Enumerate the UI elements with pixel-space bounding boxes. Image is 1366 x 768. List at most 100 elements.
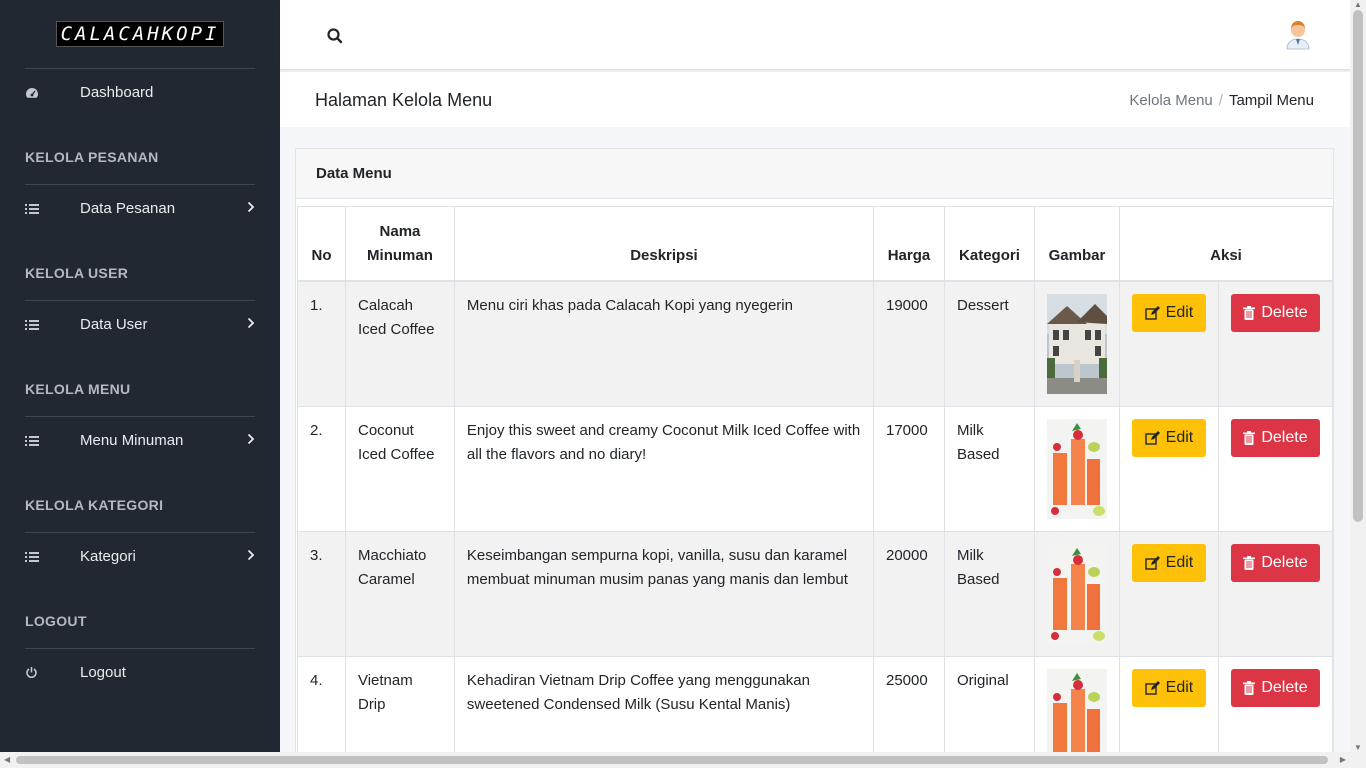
content-header: Halaman Kelola Menu Kelola Menu / Tampil M… — [280, 72, 1350, 127]
cell-desc: Menu ciri khas pada Calacah Kopi yang ny… — [453, 280, 875, 407]
trash-icon — [1243, 680, 1256, 695]
section-title-menu: KELOLA MENU — [25, 381, 131, 397]
cell-desc: Keseimbangan sempurna kopi, vanilla, sus… — [453, 530, 875, 657]
table-header-row: No Nama Minuman Deskripsi Harga Kategori … — [297, 206, 1333, 282]
cell-name: Macchiato Caramel — [344, 530, 455, 657]
sidebar-item-logout[interactable]: Logout — [0, 649, 280, 696]
menu-image-drinks — [1046, 418, 1107, 519]
card-title: Data Menu — [296, 149, 1333, 199]
sidebar-item-label: Dashboard — [80, 84, 154, 101]
horizontal-scrollbar[interactable]: ◀ ▶ — [0, 752, 1366, 768]
sidebar-item-menu-minuman[interactable]: Menu Minuman — [0, 417, 280, 464]
delete-label: Delete — [1261, 678, 1308, 696]
vertical-scrollbar[interactable]: ▲ ▼ — [1350, 0, 1366, 752]
cell-delete: Delete — [1217, 405, 1333, 532]
cell-delete: Delete — [1217, 530, 1333, 657]
sidebar-item-label: Logout — [80, 664, 126, 681]
dashboard-icon — [25, 87, 80, 99]
table-container: No Nama Minuman Deskripsi Harga Kategori … — [297, 206, 1333, 767]
cell-no: 2. — [297, 405, 346, 532]
breadcrumb: Kelola Menu / Tampil Menu — [1129, 92, 1314, 109]
vertical-scroll-thumb[interactable] — [1353, 10, 1363, 522]
list-icon — [25, 319, 80, 331]
cell-no: 1. — [297, 280, 346, 407]
edit-button[interactable]: Edit — [1131, 543, 1206, 582]
cell-no: 3. — [297, 530, 346, 657]
delete-label: Delete — [1261, 303, 1308, 321]
sidebar-item-label: Kategori — [80, 548, 136, 565]
cell-desc: Enjoy this sweet and creamy Coconut Milk… — [453, 405, 875, 532]
menu-image-building — [1046, 293, 1107, 394]
cell-price: 20000 — [873, 530, 945, 657]
delete-button[interactable]: Delete — [1230, 293, 1320, 332]
page-title: Halaman Kelola Menu — [315, 90, 493, 110]
user-avatar-icon[interactable] — [1284, 18, 1312, 50]
scroll-left-arrow-icon[interactable]: ◀ — [4, 755, 10, 764]
cell-image — [1033, 280, 1120, 407]
delete-button[interactable]: Delete — [1230, 543, 1320, 582]
cell-category: Dessert — [943, 280, 1035, 407]
cell-edit: Edit — [1118, 530, 1219, 657]
brand-logo[interactable]: CALACAHKOPI — [55, 21, 225, 47]
cell-price: 17000 — [873, 405, 945, 532]
cell-name: Coconut Iced Coffee — [344, 405, 455, 532]
breadcrumb-link-kelola-menu[interactable]: Kelola Menu — [1129, 92, 1212, 109]
menu-table: No Nama Minuman Deskripsi Harga Kategori … — [297, 206, 1333, 767]
breadcrumb-separator: / — [1218, 92, 1223, 109]
scroll-down-arrow-icon[interactable]: ▼ — [1354, 743, 1362, 752]
edit-label: Edit — [1165, 553, 1194, 571]
scroll-up-arrow-icon[interactable]: ▲ — [1354, 0, 1362, 9]
section-title-pesanan: KELOLA PESANAN — [25, 149, 159, 165]
chevron-right-icon — [247, 316, 255, 334]
topbar — [280, 0, 1350, 70]
section-title-logout: LOGOUT — [25, 613, 87, 629]
cell-edit: Edit — [1118, 405, 1219, 532]
edit-icon — [1144, 680, 1160, 695]
cell-price: 19000 — [873, 280, 945, 407]
chevron-right-icon — [247, 548, 255, 566]
cell-name: Calacah Iced Coffee — [344, 280, 455, 407]
sidebar-item-kategori[interactable]: Kategori — [0, 533, 280, 580]
section-title-kategori: KELOLA KATEGORI — [25, 497, 164, 513]
col-header-image: Gambar — [1033, 206, 1120, 282]
delete-button[interactable]: Delete — [1230, 418, 1320, 457]
col-header-action: Aksi — [1118, 206, 1333, 282]
brand: CALACAHKOPI — [0, 0, 280, 68]
sidebar-item-dashboard[interactable]: Dashboard — [0, 69, 280, 116]
cell-category: Milk Based — [943, 530, 1035, 657]
section-title-user: KELOLA USER — [25, 265, 129, 281]
edit-icon — [1144, 305, 1160, 320]
sidebar-item-label: Menu Minuman — [80, 432, 184, 449]
cell-edit: Edit — [1118, 280, 1219, 407]
trash-icon — [1243, 430, 1256, 445]
cell-delete: Delete — [1217, 280, 1333, 407]
table-row: 3. Macchiato Caramel Keseimbangan sempur… — [297, 530, 1333, 657]
sidebar-item-data-user[interactable]: Data User — [0, 301, 280, 348]
chevron-right-icon — [247, 200, 255, 218]
col-header-name: Nama Minuman — [344, 206, 455, 282]
trash-icon — [1243, 305, 1256, 320]
list-icon — [25, 203, 80, 215]
edit-icon — [1144, 555, 1160, 570]
table-row: 1. Calacah Iced Coffee Menu ciri khas pa… — [297, 280, 1333, 407]
delete-button[interactable]: Delete — [1230, 668, 1320, 707]
sidebar: CALACAHKOPI Dashboard KELOLA PESANAN Dat… — [0, 0, 280, 768]
edit-button[interactable]: Edit — [1131, 293, 1206, 332]
edit-icon — [1144, 430, 1160, 445]
edit-button[interactable]: Edit — [1131, 418, 1206, 457]
edit-button[interactable]: Edit — [1131, 668, 1206, 707]
col-header-category: Kategori — [943, 206, 1035, 282]
scroll-right-arrow-icon[interactable]: ▶ — [1340, 755, 1346, 764]
search-icon[interactable] — [326, 27, 344, 45]
cell-image — [1033, 530, 1120, 657]
sidebar-item-label: Data User — [80, 316, 148, 333]
cell-category: Milk Based — [943, 405, 1035, 532]
col-header-no: No — [297, 206, 346, 282]
cell-image — [1033, 405, 1120, 532]
horizontal-scroll-thumb[interactable] — [16, 756, 1328, 764]
delete-label: Delete — [1261, 428, 1308, 446]
trash-icon — [1243, 555, 1256, 570]
col-header-name-line2: Minuman — [367, 246, 433, 264]
table-row: 2. Coconut Iced Coffee Enjoy this sweet … — [297, 405, 1333, 532]
sidebar-item-data-pesanan[interactable]: Data Pesanan — [0, 185, 280, 232]
